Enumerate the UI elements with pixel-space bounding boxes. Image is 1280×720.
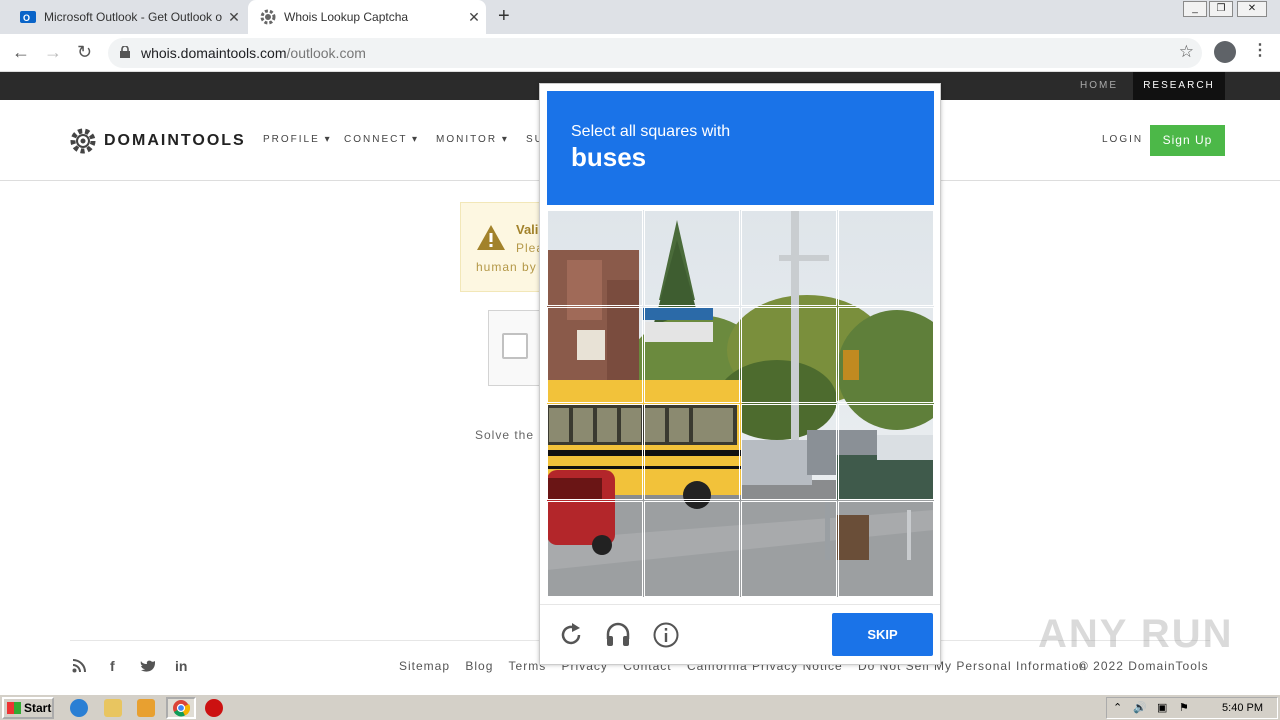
browser-menu-icon[interactable]: ⋮ (1252, 40, 1268, 60)
windows-logo-icon (7, 702, 21, 714)
grid-cell[interactable] (644, 307, 740, 403)
domaintools-gear-icon (70, 128, 96, 154)
grid-cell[interactable] (838, 307, 934, 403)
start-button[interactable]: Start (2, 697, 54, 719)
chrome-icon (173, 700, 190, 717)
grid-cell[interactable] (547, 307, 643, 403)
research-link[interactable]: RESEARCH (1133, 72, 1225, 100)
captcha-challenge-dialog: Select all squares with buses SKIP (539, 83, 941, 665)
facebook-icon[interactable]: f (110, 658, 115, 674)
solve-instruction: Solve the (475, 428, 535, 442)
nav-profile[interactable]: PROFILE ▾ (263, 134, 332, 145)
reload-page-icon[interactable]: ↻ (77, 42, 92, 63)
media-player-icon[interactable] (137, 699, 155, 717)
system-tray: ⌃ 🔊 ▣ ⚑ 5:40 PM (1106, 697, 1278, 719)
opera-icon[interactable] (205, 699, 223, 717)
grid-cell[interactable] (644, 210, 740, 306)
ie-icon[interactable] (70, 699, 88, 717)
bookmark-star-icon[interactable]: ☆ (1179, 42, 1194, 62)
address-bar-row: ← → ↻ whois.domaintools.com/outlook.com … (0, 34, 1280, 72)
info-icon[interactable] (652, 621, 680, 649)
url-text: whois.domaintools.com/outlook.com (141, 45, 366, 61)
tab-title: Microsoft Outlook - Get Outlook on y (44, 10, 222, 24)
close-tab-icon[interactable]: ✕ (462, 9, 486, 26)
grid-cell[interactable] (838, 404, 934, 500)
grid-cell[interactable] (644, 404, 740, 500)
home-link[interactable]: HOME (1080, 80, 1118, 91)
url-path: /outlook.com (286, 45, 366, 61)
copyright: © 2022 DomainTools (1079, 659, 1209, 673)
rss-icon[interactable] (72, 659, 86, 673)
grid-cell[interactable] (741, 210, 837, 306)
url-host: whois.domaintools.com (141, 45, 287, 61)
grid-cell[interactable] (644, 501, 740, 597)
warning-icon (477, 225, 505, 250)
tab-outlook[interactable]: O Microsoft Outlook - Get Outlook on y ✕ (8, 0, 246, 34)
volume-icon[interactable]: 🔊 (1133, 701, 1147, 714)
tray-expand-icon[interactable]: ⌃ (1113, 701, 1122, 714)
profile-avatar-icon[interactable] (1214, 41, 1236, 63)
svg-text:O: O (23, 13, 30, 23)
sign-up-button[interactable]: Sign Up (1150, 125, 1225, 156)
lock-icon (120, 46, 130, 58)
grid-cell[interactable] (547, 210, 643, 306)
close-window-icon[interactable]: ✕ (1237, 1, 1267, 17)
domaintools-gear-icon (260, 9, 276, 25)
action-center-flag-icon[interactable]: ⚑ (1179, 701, 1189, 714)
close-tab-icon[interactable]: ✕ (222, 9, 246, 26)
grid-cell[interactable] (741, 501, 837, 597)
grid-cell[interactable] (838, 501, 934, 597)
start-label: Start (24, 701, 52, 715)
domaintools-logo[interactable]: DOMAINTOOLS (70, 128, 246, 154)
browser-tab-bar: O Microsoft Outlook - Get Outlook on y ✕… (0, 0, 1280, 34)
footer-link-blog[interactable]: Blog (465, 659, 493, 673)
anyrun-watermark: ANY RUN (1038, 612, 1234, 656)
outlook-icon: O (20, 9, 36, 25)
audio-icon[interactable] (604, 621, 632, 649)
forward-icon[interactable]: → (44, 42, 62, 63)
footer-link-sitemap[interactable]: Sitemap (399, 659, 450, 673)
new-tab-button[interactable]: + (498, 5, 510, 28)
reload-icon[interactable] (557, 621, 585, 649)
clock: 5:40 PM (1222, 702, 1263, 714)
skip-button[interactable]: SKIP (832, 613, 933, 656)
network-icon[interactable]: ▣ (1157, 701, 1167, 714)
nav-monitor[interactable]: MONITOR ▾ (436, 134, 509, 145)
explorer-icon[interactable] (104, 699, 122, 717)
chrome-taskbar-button[interactable] (166, 697, 196, 719)
grid-cell[interactable] (547, 501, 643, 597)
alert-title: Vali (516, 222, 539, 237)
grid-cell[interactable] (741, 307, 837, 403)
grid-cell[interactable] (838, 210, 934, 306)
captcha-footer-divider (540, 604, 940, 605)
tab-whois-captcha[interactable]: Whois Lookup Captcha ✕ (248, 0, 486, 34)
windows-taskbar: Start ⌃ 🔊 ▣ ⚑ 5:40 PM (0, 694, 1280, 720)
logo-text: DOMAINTOOLS (104, 132, 246, 149)
twitter-icon[interactable] (140, 659, 156, 673)
minimize-icon[interactable]: _ (1183, 1, 1207, 17)
restore-icon[interactable]: ❐ (1209, 1, 1233, 17)
captcha-instruction: Select all squares with (571, 123, 731, 140)
recaptcha-checkbox[interactable] (502, 333, 528, 359)
linkedin-icon[interactable]: in (175, 658, 187, 674)
nav-connect[interactable]: CONNECT ▾ (344, 134, 419, 145)
captcha-image-grid (547, 210, 934, 597)
login-link[interactable]: LOGIN (1102, 134, 1143, 145)
captcha-target: buses (571, 142, 647, 172)
url-input[interactable]: whois.domaintools.com/outlook.com ☆ (108, 38, 1202, 68)
alert-text: human by (476, 260, 537, 274)
grid-cell[interactable] (741, 404, 837, 500)
back-icon[interactable]: ← (12, 42, 30, 63)
captcha-header: Select all squares with buses (547, 91, 934, 205)
grid-cell[interactable] (547, 404, 643, 500)
tab-title: Whois Lookup Captcha (284, 10, 409, 24)
